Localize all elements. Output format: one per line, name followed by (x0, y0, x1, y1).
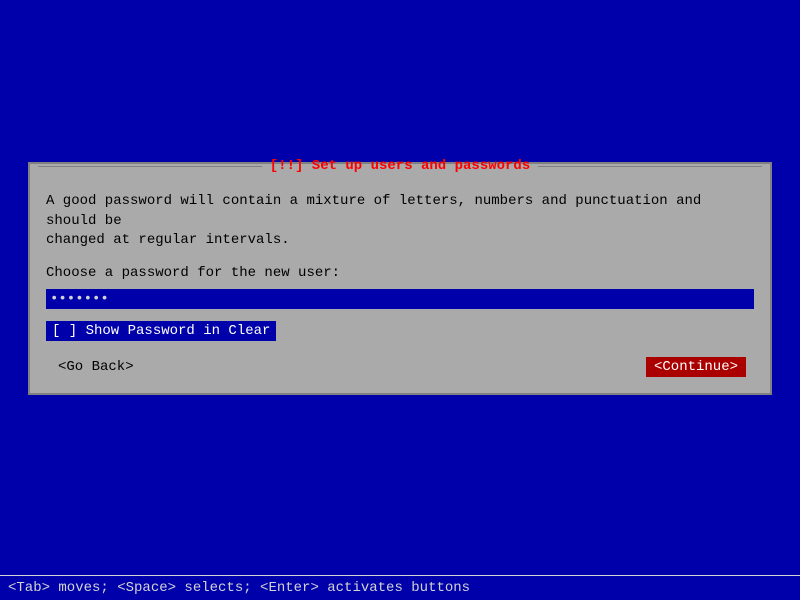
go-back-button[interactable]: <Go Back> (54, 357, 138, 377)
dialog-title-bar: [!!] Set up users and passwords (30, 154, 770, 178)
password-input[interactable] (46, 289, 754, 309)
prompt-text: Choose a password for the new user: (46, 265, 754, 281)
setup-dialog: [!!] Set up users and passwords A good p… (28, 162, 772, 395)
password-input-container (46, 289, 754, 309)
buttons-row: <Go Back> <Continue> (46, 357, 754, 377)
title-line-left (38, 166, 262, 167)
dialog-title: [!!] Set up users and passwords (262, 158, 538, 174)
continue-button[interactable]: <Continue> (646, 357, 746, 377)
description-text: A good password will contain a mixture o… (46, 192, 754, 251)
title-line-right (538, 166, 762, 167)
show-password-checkbox[interactable]: [ ] Show Password in Clear (46, 321, 276, 341)
status-bar: <Tab> moves; <Space> selects; <Enter> ac… (0, 575, 800, 600)
dialog-body: A good password will contain a mixture o… (30, 188, 770, 393)
